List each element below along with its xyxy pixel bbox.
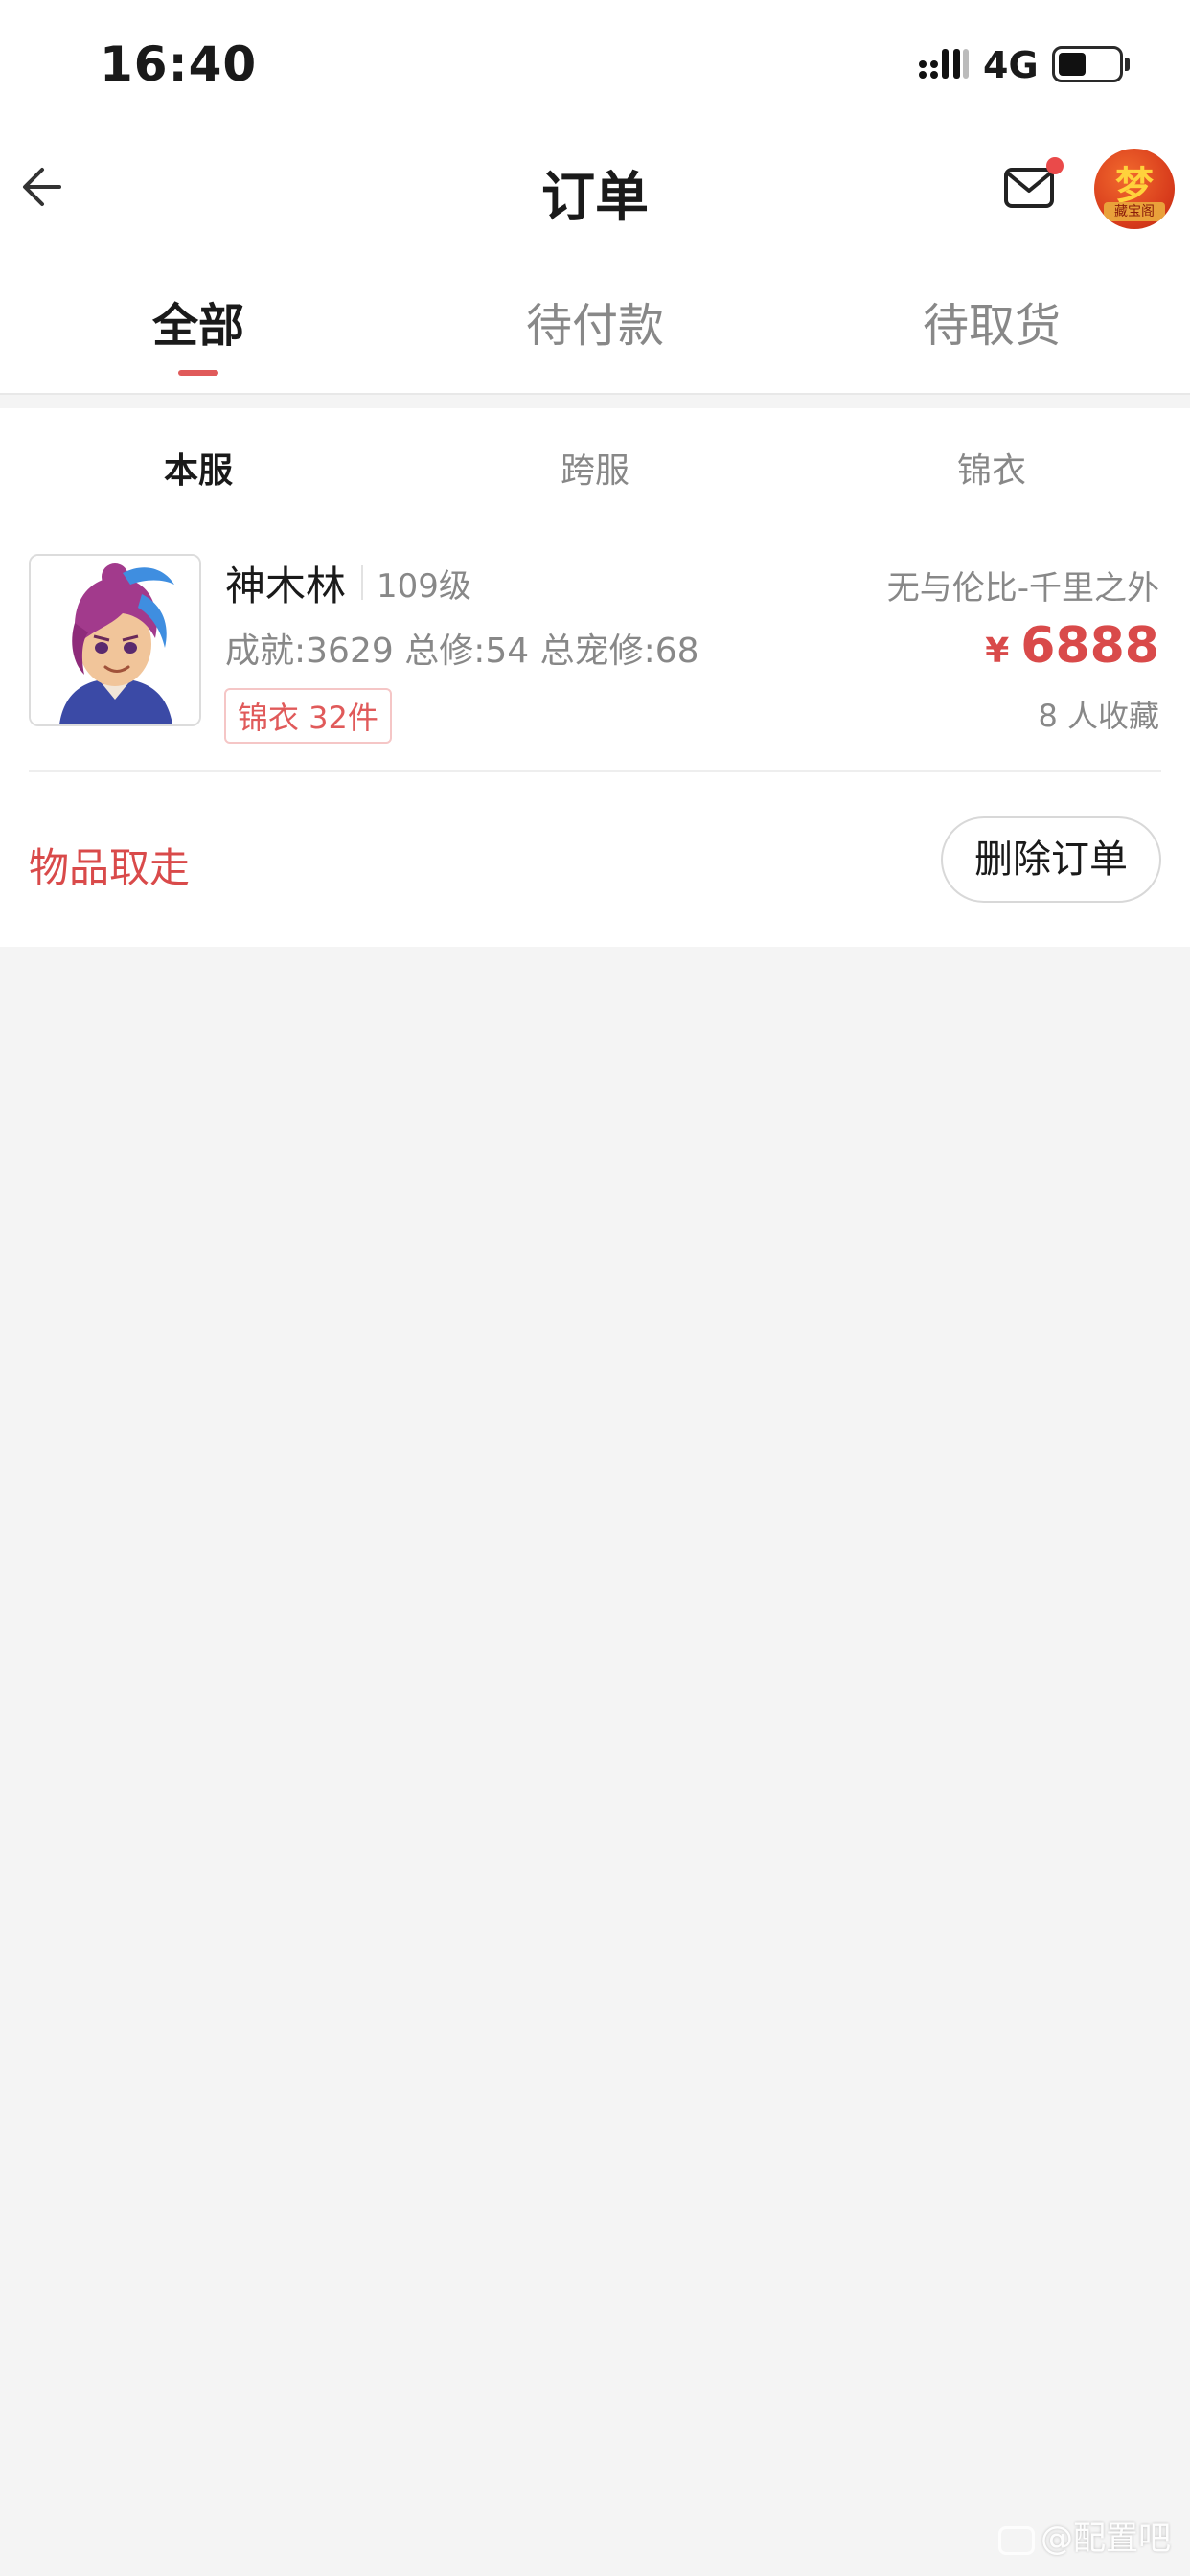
divider xyxy=(0,393,1190,408)
order-tabs: 全部 待付款 待取货 xyxy=(0,249,1190,393)
logo-subtitle: 藏宝阁 xyxy=(1104,202,1165,221)
character-portrait xyxy=(31,556,199,724)
subtab-local-server[interactable]: 本服 xyxy=(0,443,397,493)
subtab-outfits[interactable]: 锦衣 xyxy=(793,443,1190,493)
favorites-count: 8 人收藏 xyxy=(1038,698,1159,734)
outfit-count-tag: 锦衣 32件 xyxy=(224,688,392,744)
signal-icon xyxy=(919,49,969,79)
price-value: 6888 xyxy=(1020,617,1159,675)
tab-all[interactable]: 全部 xyxy=(0,288,397,355)
cangbaoge-logo[interactable]: 梦 藏宝阁 xyxy=(1094,149,1175,229)
order-page: 16:40 4G 订单 梦 藏宝阁 全部 待付款 待取货 本服 跨服 锦衣 神木… xyxy=(0,0,1190,2576)
character-level: 109级 xyxy=(377,567,471,606)
delete-order-button[interactable]: 删除订单 xyxy=(941,816,1161,903)
battery-icon xyxy=(1052,46,1123,82)
price: ¥6888 xyxy=(985,617,1159,675)
name-separator xyxy=(361,565,363,600)
nav-bar: 订单 梦 藏宝阁 xyxy=(0,129,1190,249)
chat-icon xyxy=(998,2525,1035,2555)
order-card[interactable]: 神木林 109级 无与伦比-千里之外 成就:3629 总修:54 总宠修:68 … xyxy=(0,519,1190,947)
status-bar: 16:40 4G xyxy=(0,0,1190,129)
subtab-cross-server[interactable]: 跨服 xyxy=(397,443,793,493)
status-time: 16:40 xyxy=(100,36,258,92)
currency-symbol: ¥ xyxy=(985,632,1010,671)
network-label: 4G xyxy=(983,44,1039,86)
tab-indicator xyxy=(178,370,218,376)
battery-fill xyxy=(1059,53,1086,76)
character-name: 神木林 xyxy=(225,563,347,610)
watermark-text: @配置吧 xyxy=(1041,2519,1171,2558)
server-name: 无与伦比-千里之外 xyxy=(886,569,1159,608)
battery-tip xyxy=(1125,58,1130,71)
character-stats: 成就:3629 总修:54 总宠修:68 xyxy=(225,632,699,671)
character-avatar[interactable] xyxy=(29,554,201,726)
unread-dot xyxy=(1046,157,1064,174)
server-subtabs: 本服 跨服 锦衣 xyxy=(0,408,1190,519)
order-status: 物品取走 xyxy=(29,844,191,891)
tab-pending-payment[interactable]: 待付款 xyxy=(397,288,793,355)
watermark: @配置吧 xyxy=(998,2512,1171,2559)
card-divider xyxy=(29,770,1161,772)
tab-pending-pickup[interactable]: 待取货 xyxy=(793,288,1190,355)
